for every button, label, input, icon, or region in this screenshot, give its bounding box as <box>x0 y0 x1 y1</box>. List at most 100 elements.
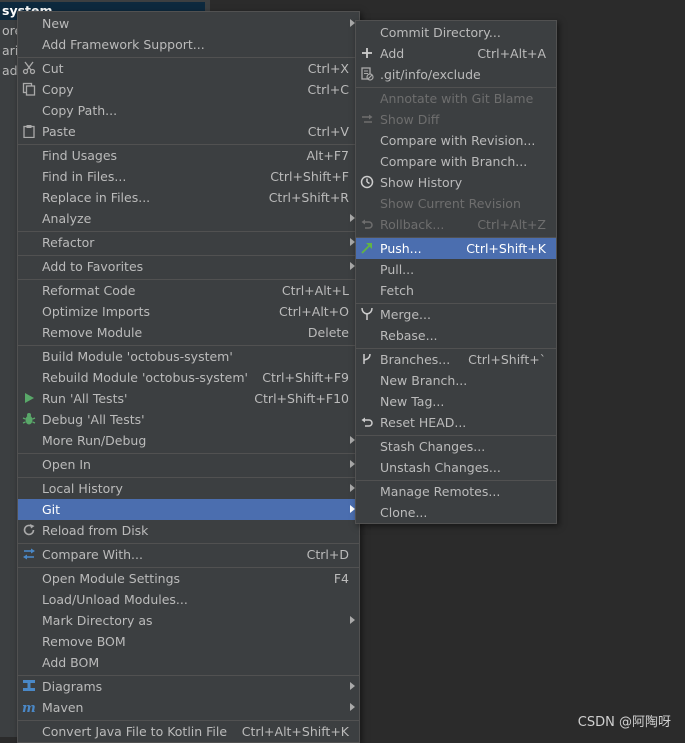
scissors-icon <box>22 61 36 75</box>
menu-item-label: Open In <box>42 457 91 472</box>
menu-item-new[interactable]: New <box>18 13 359 34</box>
menu-item-label: Merge... <box>380 307 431 322</box>
menu-item-copy-path[interactable]: Copy Path... <box>18 100 359 121</box>
menu-item-label: Run 'All Tests' <box>42 391 128 406</box>
menu-item-reformat-code[interactable]: Reformat Code Ctrl+Alt+L <box>18 280 359 301</box>
menu-item-rebuild-module[interactable]: Rebuild Module 'octobus-system' Ctrl+Shi… <box>18 367 359 388</box>
menu-item-add-to-favorites[interactable]: Add to Favorites <box>18 256 359 277</box>
menu-item-add-bom[interactable]: Add BOM <box>18 652 359 673</box>
menu-item-local-history[interactable]: Local History <box>18 478 359 499</box>
git-item-clone[interactable]: Clone... <box>356 502 556 523</box>
git-item-manage-remotes[interactable]: Manage Remotes... <box>356 481 556 502</box>
submenu-arrow-icon <box>350 682 355 690</box>
git-item-merge[interactable]: Merge... <box>356 304 556 325</box>
menu-item-label: Find Usages <box>42 148 118 163</box>
context-menu: New Add Framework Support... Cut Ctrl+X … <box>17 11 360 743</box>
git-item-stash-changes[interactable]: Stash Changes... <box>356 436 556 457</box>
git-item-show-current-revision[interactable]: Show Current Revision <box>356 193 556 214</box>
menu-item-paste[interactable]: Paste Ctrl+V <box>18 121 359 142</box>
submenu-arrow-icon <box>350 616 355 624</box>
git-item-new-tag[interactable]: New Tag... <box>356 391 556 412</box>
menu-item-remove-bom[interactable]: Remove BOM <box>18 631 359 652</box>
menu-item-label: New <box>42 16 70 31</box>
menu-item-optimize-imports[interactable]: Optimize Imports Ctrl+Alt+O <box>18 301 359 322</box>
menu-item-refactor[interactable]: Refactor <box>18 232 359 253</box>
git-item-fetch[interactable]: Fetch <box>356 280 556 301</box>
git-item-show-history[interactable]: Show History <box>356 172 556 193</box>
menu-item-reload-from-disk[interactable]: Reload from Disk <box>18 520 359 541</box>
menu-item-remove-module[interactable]: Remove Module Delete <box>18 322 359 343</box>
git-item-compare-with-revision[interactable]: Compare with Revision... <box>356 130 556 151</box>
git-item-add[interactable]: Add Ctrl+Alt+A <box>356 43 556 64</box>
menu-item-label: Cut <box>42 61 64 76</box>
git-submenu: Commit Directory... Add Ctrl+Alt+A .git/… <box>355 20 557 524</box>
shortcut-label: Delete <box>307 325 349 340</box>
menu-item-run-all-tests[interactable]: Run 'All Tests' Ctrl+Shift+F10 <box>18 388 359 409</box>
shortcut-label: Ctrl+Shift+F <box>270 169 349 184</box>
git-item-reset-head[interactable]: Reset HEAD... <box>356 412 556 433</box>
watermark: CSDN @阿陶呀 <box>577 715 671 730</box>
menu-item-mark-directory-as[interactable]: Mark Directory as <box>18 610 359 631</box>
tree-item[interactable]: ari <box>2 43 18 58</box>
menu-item-label: Analyze <box>42 211 92 226</box>
shortcut-label: Ctrl+Alt+Z <box>477 217 546 232</box>
git-item-unstash-changes[interactable]: Unstash Changes... <box>356 457 556 478</box>
menu-item-copy[interactable]: Copy Ctrl+C <box>18 79 359 100</box>
git-item-new-branch[interactable]: New Branch... <box>356 370 556 391</box>
menu-item-diagrams[interactable]: Diagrams <box>18 676 359 697</box>
menu-item-label: Copy <box>42 82 74 97</box>
git-item-rollback[interactable]: Rollback... Ctrl+Alt+Z <box>356 214 556 235</box>
git-item-annotate[interactable]: Annotate with Git Blame <box>356 88 556 109</box>
menu-item-label: Paste <box>42 124 76 139</box>
run-icon <box>25 393 34 403</box>
shortcut-label: Ctrl+X <box>307 61 349 76</box>
menu-item-label: Show History <box>380 175 463 190</box>
git-item-compare-with-branch[interactable]: Compare with Branch... <box>356 151 556 172</box>
git-item-show-diff[interactable]: Show Diff <box>356 109 556 130</box>
menu-item-label: Branches... <box>380 352 451 367</box>
menu-item-git[interactable]: Git <box>18 499 359 520</box>
menu-item-debug-all-tests[interactable]: Debug 'All Tests' <box>18 409 359 430</box>
menu-item-build-module[interactable]: Build Module 'octobus-system' <box>18 346 359 367</box>
git-item-git-info-exclude[interactable]: .git/info/exclude <box>356 64 556 85</box>
menu-item-replace-in-files[interactable]: Replace in Files... Ctrl+Shift+R <box>18 187 359 208</box>
branch-icon <box>363 353 371 364</box>
menu-item-compare-with[interactable]: Compare With... Ctrl+D <box>18 544 359 565</box>
git-item-branches[interactable]: Branches... Ctrl+Shift+` <box>356 349 556 370</box>
shortcut-label: Ctrl+D <box>306 547 349 562</box>
shortcut-label: Ctrl+Shift+F10 <box>254 391 349 406</box>
menu-item-label: Load/Unload Modules... <box>42 592 188 607</box>
git-item-commit-directory[interactable]: Commit Directory... <box>356 22 556 43</box>
diff-icon <box>362 114 373 123</box>
menu-item-label: Diagrams <box>42 679 103 694</box>
shortcut-label: Ctrl+Alt+L <box>281 283 349 298</box>
merge-icon <box>361 307 373 320</box>
menu-item-label: Add <box>380 46 405 61</box>
menu-item-label: Manage Remotes... <box>380 484 501 499</box>
menu-item-open-module-settings[interactable]: Open Module Settings F4 <box>18 568 359 589</box>
git-item-rebase[interactable]: Rebase... <box>356 325 556 346</box>
menu-item-label: Show Current Revision <box>380 196 521 211</box>
git-item-push[interactable]: Push... Ctrl+Shift+K <box>356 238 556 259</box>
menu-item-label: Unstash Changes... <box>380 460 501 475</box>
rollback-icon <box>361 219 373 229</box>
menu-item-more-run-debug[interactable]: More Run/Debug <box>18 430 359 451</box>
menu-item-load-unload-modules[interactable]: Load/Unload Modules... <box>18 589 359 610</box>
menu-item-maven[interactable]: m Maven <box>18 697 359 718</box>
menu-item-label: Annotate with Git Blame <box>380 91 534 106</box>
git-item-pull[interactable]: Pull... <box>356 259 556 280</box>
menu-item-label: Compare with Revision... <box>380 133 536 148</box>
menu-item-find-in-files[interactable]: Find in Files... Ctrl+Shift+F <box>18 166 359 187</box>
menu-item-analyze[interactable]: Analyze <box>18 208 359 229</box>
menu-item-find-usages[interactable]: Find Usages Alt+F7 <box>18 145 359 166</box>
menu-item-label: Show Diff <box>380 112 440 127</box>
menu-item-label: Reset HEAD... <box>380 415 467 430</box>
file-exclude-icon <box>361 67 374 81</box>
reload-icon <box>23 524 35 536</box>
copy-icon <box>22 82 36 96</box>
menu-item-open-in[interactable]: Open In <box>18 454 359 475</box>
menu-item-convert-java-to-kotlin[interactable]: Convert Java File to Kotlin File Ctrl+Al… <box>18 721 359 742</box>
menu-item-add-framework-support[interactable]: Add Framework Support... <box>18 34 359 55</box>
menu-item-cut[interactable]: Cut Ctrl+X <box>18 58 359 79</box>
menu-item-label: Remove BOM <box>42 634 126 649</box>
